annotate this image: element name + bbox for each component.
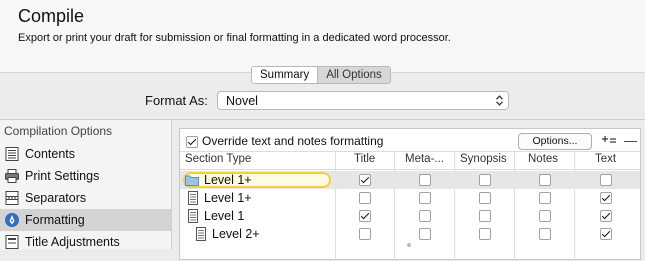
table-row[interactable]: Level 1+ bbox=[180, 171, 640, 189]
synopsis-checkbox[interactable] bbox=[479, 174, 491, 186]
sidebar-item-contents[interactable]: Contents bbox=[0, 143, 171, 165]
document-icon bbox=[188, 191, 198, 205]
sidebar-item-label: Formatting bbox=[25, 213, 85, 227]
title-checkbox[interactable] bbox=[359, 174, 371, 186]
resize-handle[interactable] bbox=[407, 243, 411, 247]
tab-summary[interactable]: Summary bbox=[252, 67, 318, 83]
sidebar-item-label: Contents bbox=[25, 147, 76, 161]
text-checkbox[interactable] bbox=[600, 174, 612, 186]
override-formatting-label: Override text and notes formatting bbox=[202, 134, 384, 148]
column-header-title[interactable]: Title bbox=[354, 153, 375, 165]
meta-checkbox[interactable] bbox=[419, 174, 431, 186]
meta-checkbox[interactable] bbox=[419, 192, 431, 204]
synopsis-checkbox[interactable] bbox=[479, 228, 491, 240]
meta-checkbox[interactable] bbox=[419, 210, 431, 222]
notes-checkbox[interactable] bbox=[539, 228, 551, 240]
document-icon bbox=[196, 227, 206, 241]
format-select-value: Novel bbox=[226, 94, 258, 108]
contents-list-icon bbox=[5, 147, 19, 161]
row-label: Level 1+ bbox=[204, 173, 252, 187]
column-header-text[interactable]: Text bbox=[595, 153, 616, 165]
row-label: Level 2+ bbox=[212, 227, 260, 241]
column-header-notes[interactable]: Notes bbox=[528, 153, 558, 165]
text-checkbox[interactable] bbox=[600, 210, 612, 222]
table-row[interactable]: Level 2+ bbox=[180, 225, 640, 243]
row-label: Level 1+ bbox=[204, 191, 252, 205]
sidebar-item-title-adjustments[interactable]: Title Adjustments bbox=[0, 231, 171, 253]
notes-checkbox[interactable] bbox=[539, 192, 551, 204]
table-row[interactable]: Level 1+ bbox=[180, 189, 640, 207]
sidebar-item-formatting[interactable]: Formatting bbox=[0, 209, 171, 231]
window-subtitle: Export or print your draft for submissio… bbox=[18, 32, 451, 44]
options-button[interactable]: Options... bbox=[518, 133, 592, 150]
sidebar-item-label: Separators bbox=[25, 191, 87, 205]
tab-all-options[interactable]: All Options bbox=[317, 67, 390, 83]
sidebar-item-label: Print Settings bbox=[25, 169, 100, 183]
synopsis-checkbox[interactable] bbox=[479, 210, 491, 222]
up-down-arrows-icon bbox=[496, 95, 503, 106]
sidebar-item-label: Title Adjustments bbox=[25, 235, 120, 249]
notes-checkbox[interactable] bbox=[539, 174, 551, 186]
text-checkbox[interactable] bbox=[600, 228, 612, 240]
document-icon bbox=[188, 209, 198, 223]
formatting-pen-icon bbox=[5, 213, 19, 227]
formatting-panel: Override text and notes formatting Optio… bbox=[179, 128, 641, 261]
add-level-icon[interactable] bbox=[601, 135, 617, 145]
notes-checkbox[interactable] bbox=[539, 210, 551, 222]
sidebar-item-separators[interactable]: Separators bbox=[0, 187, 171, 209]
window-title: Compile bbox=[18, 6, 85, 26]
title-checkbox[interactable] bbox=[359, 228, 371, 240]
text-checkbox[interactable] bbox=[600, 192, 612, 204]
column-header-section-type[interactable]: Section Type bbox=[185, 153, 251, 165]
remove-level-icon[interactable]: — bbox=[624, 133, 637, 148]
separators-icon bbox=[5, 191, 19, 205]
sidebar-item-print-settings[interactable]: Print Settings bbox=[0, 165, 171, 187]
title-checkbox[interactable] bbox=[359, 210, 371, 222]
compile-header: Compile Export or print your draft for s… bbox=[0, 0, 645, 73]
table-row[interactable]: Level 1 bbox=[180, 207, 640, 225]
folder-icon bbox=[185, 175, 199, 186]
format-as-label: Format As: bbox=[145, 93, 208, 108]
row-label: Level 1 bbox=[204, 209, 245, 223]
column-header-synopsis[interactable]: Synopsis bbox=[460, 153, 507, 165]
synopsis-checkbox[interactable] bbox=[479, 192, 491, 204]
format-select[interactable]: Novel bbox=[217, 91, 509, 110]
view-segmented-control: Summary All Options bbox=[251, 66, 391, 84]
sidebar-heading: Compilation Options bbox=[4, 124, 113, 138]
title-adjustments-icon bbox=[5, 235, 19, 249]
printer-icon bbox=[5, 169, 19, 183]
column-header-meta[interactable]: Meta-... bbox=[405, 153, 444, 165]
title-checkbox[interactable] bbox=[359, 192, 371, 204]
meta-checkbox[interactable] bbox=[419, 228, 431, 240]
override-formatting-checkbox[interactable] bbox=[186, 136, 198, 148]
compilation-options-sidebar: Compilation Options Contents Print Setti… bbox=[0, 120, 172, 249]
table-header: Section Type Title Meta-... Synopsis Not… bbox=[180, 151, 640, 170]
